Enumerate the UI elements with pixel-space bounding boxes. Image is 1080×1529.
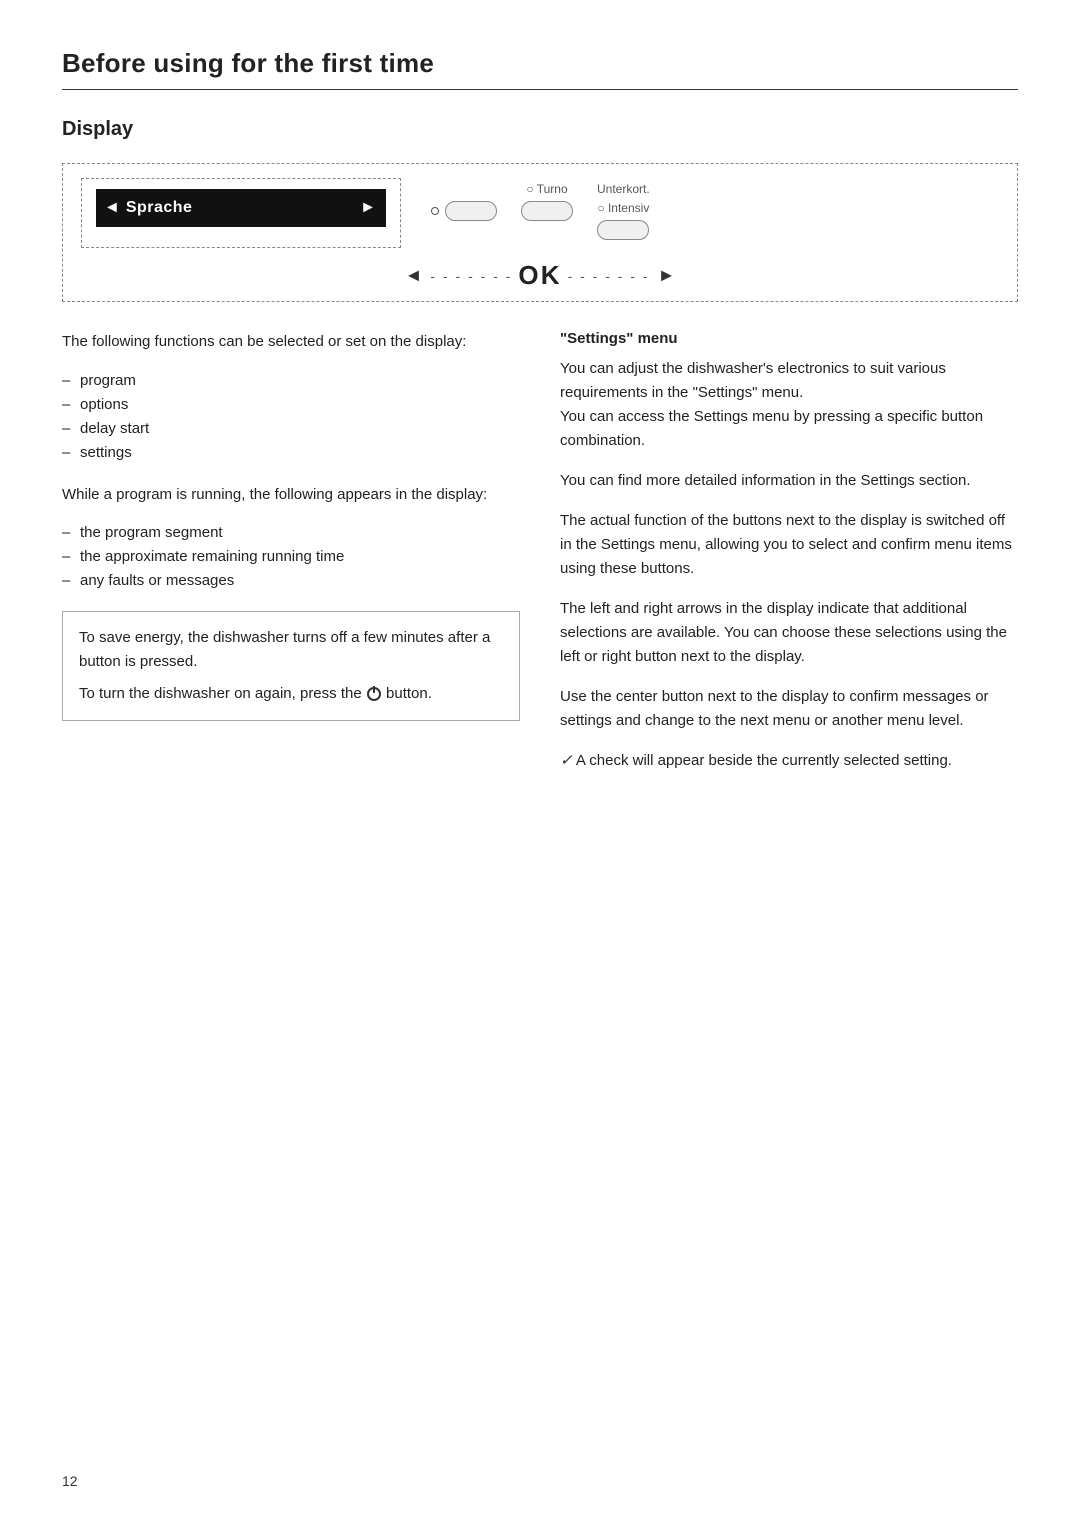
right-para-check: ✓ A check will appear beside the current… bbox=[560, 749, 1018, 773]
button-label-empty bbox=[462, 182, 465, 196]
ok-left-arrow-icon: ◄ bbox=[405, 265, 423, 286]
main-content: The following functions can be selected … bbox=[62, 330, 1018, 773]
list-item: program bbox=[62, 369, 520, 393]
list-item: options bbox=[62, 393, 520, 417]
list-item: any faults or messages bbox=[62, 569, 520, 593]
right-para-1-text: You can adjust the dishwasher's electron… bbox=[560, 360, 983, 449]
info-box-line1: To save energy, the dishwasher turns off… bbox=[79, 626, 503, 674]
page-title: Before using for the first time bbox=[62, 48, 1018, 79]
list-item: the program segment bbox=[62, 521, 520, 545]
title-divider bbox=[62, 89, 1018, 90]
button-label-intensiv: ○ Intensiv bbox=[597, 201, 649, 215]
info-box-button-label: button. bbox=[386, 685, 432, 702]
while-running-list: the program segment the approximate rema… bbox=[62, 521, 520, 593]
right-para-2: You can find more detailed information i… bbox=[560, 469, 1018, 493]
ok-dashes-right: - - - - - - - bbox=[568, 268, 650, 284]
right-column: "Settings" menu You can adjust the dishw… bbox=[560, 330, 1018, 773]
oval-button-1[interactable] bbox=[445, 201, 497, 221]
button-group-turno: ○ Turno bbox=[521, 182, 573, 221]
ok-right-arrow-icon: ► bbox=[658, 265, 676, 286]
ok-row: ◄ - - - - - - - OK - - - - - - - ► bbox=[81, 260, 999, 291]
ok-label: OK bbox=[518, 260, 561, 291]
info-box: To save energy, the dishwasher turns off… bbox=[62, 611, 520, 721]
display-screen-area: ◄ Sprache ► bbox=[81, 178, 401, 248]
screen-left-arrow-icon: ◄ bbox=[104, 199, 120, 217]
intro-text: The following functions can be selected … bbox=[62, 330, 520, 353]
functions-list: program options delay start settings bbox=[62, 369, 520, 465]
ok-dashes-left: - - - - - - - bbox=[430, 268, 512, 284]
button-group-unlabeled bbox=[431, 182, 497, 221]
info-box-line2-text: To turn the dishwasher on again, press t… bbox=[79, 685, 362, 702]
screen-right-arrow-icon: ► bbox=[360, 199, 376, 217]
display-top-row: ◄ Sprache ► ○ Turno Unterkort. ○ Intensi… bbox=[81, 178, 999, 248]
power-button-icon bbox=[367, 687, 381, 701]
display-buttons-right: ○ Turno Unterkort. ○ Intensiv bbox=[431, 182, 650, 240]
while-running-text: While a program is running, the followin… bbox=[62, 483, 520, 506]
list-item: the approximate remaining running time bbox=[62, 545, 520, 569]
button-label-turno: ○ Turno bbox=[526, 182, 567, 196]
section-title-display: Display bbox=[62, 118, 1018, 141]
left-column: The following functions can be selected … bbox=[62, 330, 520, 773]
button-group-intensiv: Unterkort. ○ Intensiv bbox=[597, 182, 650, 240]
oval-button-turno[interactable] bbox=[521, 201, 573, 221]
right-para-4: The left and right arrows in the display… bbox=[560, 597, 1018, 669]
right-para-1: You can adjust the dishwasher's electron… bbox=[560, 357, 1018, 453]
checkmark-icon: ✓ bbox=[560, 752, 573, 769]
right-para-5: Use the center button next to the displa… bbox=[560, 685, 1018, 733]
display-diagram: ◄ Sprache ► ○ Turno Unterkort. ○ Intensi… bbox=[62, 163, 1018, 302]
button-dot-icon bbox=[431, 207, 439, 215]
list-item: settings bbox=[62, 441, 520, 465]
button-label-unterkort: Unterkort. bbox=[597, 182, 650, 196]
info-box-line2: To turn the dishwasher on again, press t… bbox=[79, 682, 503, 706]
list-item: delay start bbox=[62, 417, 520, 441]
page-number: 12 bbox=[62, 1473, 78, 1489]
oval-button-intensiv[interactable] bbox=[597, 220, 649, 240]
right-para-3: The actual function of the buttons next … bbox=[560, 509, 1018, 581]
display-screen-inner: ◄ Sprache ► bbox=[96, 189, 386, 227]
screen-text: Sprache bbox=[126, 199, 354, 217]
settings-menu-title: "Settings" menu bbox=[560, 330, 1018, 347]
check-text: A check will appear beside the currently… bbox=[576, 752, 952, 769]
